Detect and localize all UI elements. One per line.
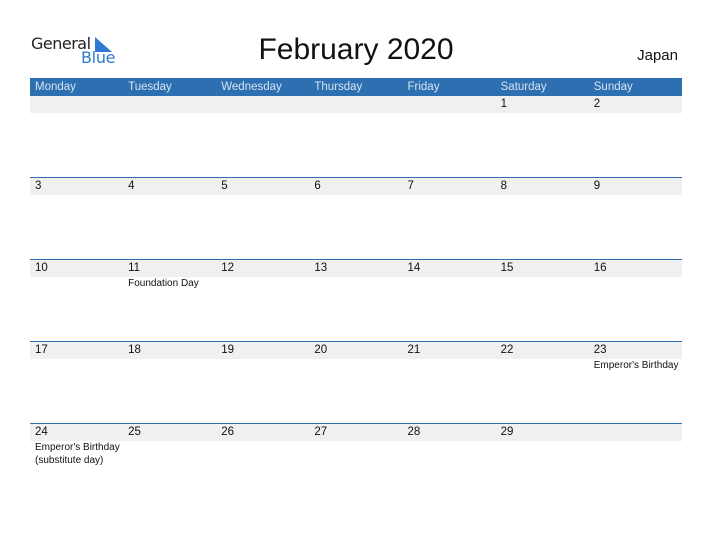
day-number: [408, 96, 496, 113]
day-cell: 17: [30, 342, 123, 423]
day-number: [35, 96, 123, 113]
day-cell: 24 Emperor's Birthday (substitute day): [30, 424, 123, 505]
day-cell: 16: [589, 260, 682, 341]
week-row: 10 11 Foundation Day 12 13 14 15 16: [30, 259, 682, 341]
day-cell: 20: [309, 342, 402, 423]
day-number: 19: [221, 344, 235, 356]
country-label: Japan: [637, 47, 678, 64]
week-cells: 24 Emperor's Birthday (substitute day) 25 26…: [30, 424, 682, 505]
day-cell: 5: [216, 178, 309, 259]
holiday-label: Foundation Day: [128, 278, 199, 289]
day-number: 25: [128, 426, 141, 438]
day-cell: 10: [30, 260, 123, 341]
week-cells: 10 11 Foundation Day 12 13 14 15 16: [30, 260, 682, 341]
day-cell: 4: [123, 178, 216, 259]
day-cell: 6: [309, 178, 402, 259]
day-number: 8: [500, 180, 508, 192]
day-number: [128, 96, 216, 113]
week-row: 3 4 5 6 7 8 9: [30, 177, 682, 259]
day-number: 21: [407, 344, 421, 356]
day-cell: 28: [403, 424, 496, 505]
day-cell: 23 Emperor's Birthday: [589, 342, 682, 423]
day-number: 5: [221, 180, 228, 192]
day-number: 2: [593, 98, 601, 110]
day-number: 27: [314, 426, 328, 438]
day-cell: [403, 96, 496, 177]
day-cell: 19: [216, 342, 309, 423]
day-number: 1: [500, 98, 508, 110]
day-cell: 3: [30, 178, 123, 259]
day-number: 26: [221, 426, 235, 438]
day-number: 7: [407, 180, 414, 192]
weekday-tuesday: Tuesday: [128, 81, 172, 93]
day-number: 17: [35, 344, 48, 356]
day-cell: [123, 96, 216, 177]
day-number: 14: [407, 262, 421, 274]
day-number: 4: [128, 180, 135, 192]
day-number: 11: [128, 262, 141, 274]
holiday-note: (substitute day): [35, 455, 104, 466]
day-number: 28: [407, 426, 421, 438]
day-cell: [30, 96, 123, 177]
weekday-thursday: Thursday: [314, 81, 363, 93]
week-cells: 17 18 19 20 21 22 23 Emperor's Birthday: [30, 342, 682, 423]
day-number: 13: [314, 262, 328, 274]
day-cell: [589, 424, 682, 505]
weekday-sunday: Sunday: [593, 81, 633, 93]
week-row: 24 Emperor's Birthday (substitute day) 25 26…: [30, 423, 682, 505]
day-number: 24: [35, 426, 48, 438]
day-number: [221, 96, 309, 113]
day-cell: 15: [496, 260, 589, 341]
page-title: February 2020: [258, 33, 454, 66]
day-cell: 22: [496, 342, 589, 423]
day-number: 3: [35, 180, 42, 192]
calendar-grid: Monday Tuesday Wednesday Thursday Friday…: [30, 78, 682, 505]
day-cell: 2: [589, 96, 682, 177]
day-cell: 18: [123, 342, 216, 423]
weekday-saturday: Saturday: [500, 81, 547, 93]
day-number: 29: [500, 426, 514, 438]
day-cell: 7: [403, 178, 496, 259]
day-cell: 27: [309, 424, 402, 505]
day-cell: 21: [403, 342, 496, 423]
day-number: 10: [35, 262, 48, 274]
day-number: 6: [314, 180, 321, 192]
weekday-wednesday: Wednesday: [221, 81, 282, 93]
week-cells: 12: [30, 96, 682, 177]
holiday-label: Emperor's Birthday: [593, 360, 679, 371]
day-number: 18: [128, 344, 141, 356]
day-cell: 25: [123, 424, 216, 505]
day-number: 20: [314, 344, 328, 356]
weekday-friday: Friday: [407, 81, 440, 93]
day-cell: 14: [403, 260, 496, 341]
week-row: 17 18 19 20 21 22 23 Emperor's Birthday: [30, 341, 682, 423]
day-cell: 13: [309, 260, 402, 341]
week-cells: 3 4 5 6 7 8 9: [30, 178, 682, 259]
day-cell: 1: [496, 96, 589, 177]
day-number: [594, 424, 682, 441]
day-cell: 8: [496, 178, 589, 259]
day-cell: [309, 96, 402, 177]
day-cell: 26: [216, 424, 309, 505]
day-number: [314, 96, 402, 113]
day-number: 15: [500, 262, 514, 274]
day-number: 9: [593, 180, 601, 192]
day-number: 23: [593, 344, 607, 356]
day-cell: 9: [589, 178, 682, 259]
day-cell: 11 Foundation Day: [123, 260, 216, 341]
day-cell: 29: [496, 424, 589, 505]
weeks-container: 1 2 3 4 5 6 7 8 9 10 11 Foundation Day 12 13 14 15 16 17 1…: [30, 96, 682, 505]
day-cell: 12: [216, 260, 309, 341]
weekday-monday: Monday: [35, 81, 76, 93]
day-cell: [216, 96, 309, 177]
day-number: 22: [500, 344, 514, 356]
day-number: 16: [593, 262, 607, 274]
day-number: 12: [221, 262, 235, 274]
week-row: 12: [30, 96, 682, 177]
weekday-header: Monday Tuesday Wednesday Thursday Friday…: [30, 78, 682, 96]
holiday-label: Emperor's Birthday: [35, 442, 120, 453]
